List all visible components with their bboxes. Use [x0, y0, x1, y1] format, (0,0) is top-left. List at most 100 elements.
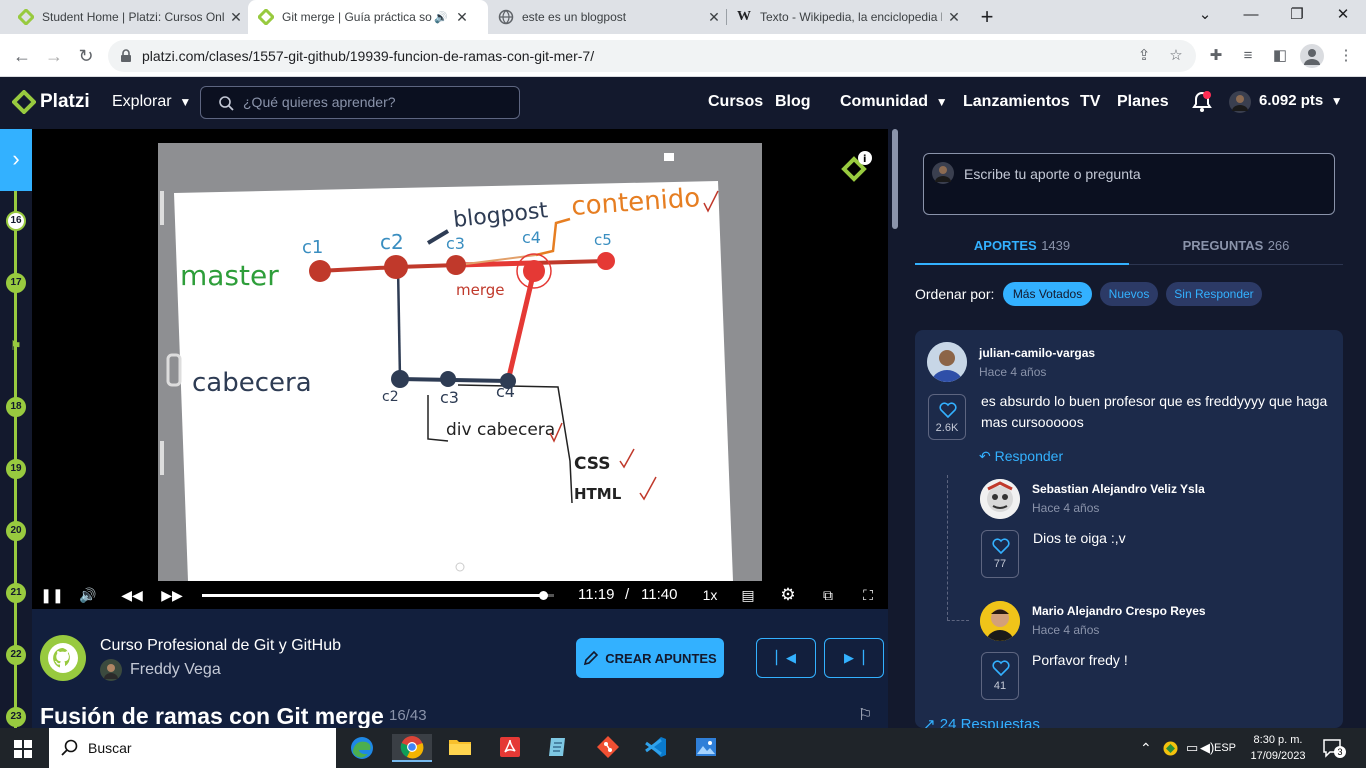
close-icon[interactable]: ✕ [702, 9, 726, 26]
minimize-button[interactable]: — [1228, 0, 1274, 30]
course-title[interactable]: Curso Profesional de Git y GitHub [100, 637, 341, 655]
profile-avatar[interactable] [1300, 44, 1324, 68]
side-panel-icon[interactable]: ◧ [1270, 46, 1290, 66]
search-input[interactable]: ¿Qué quieres aprender? [200, 86, 520, 119]
subtitles-icon[interactable]: ▤ [736, 581, 760, 609]
tab-preguntas[interactable]: PREGUNTAS 266 [1129, 237, 1343, 265]
taskbar-search[interactable]: Buscar [49, 728, 336, 768]
picture-in-picture-icon[interactable]: ⧉ [816, 581, 840, 609]
pause-icon[interactable]: ❚❚ [40, 581, 64, 609]
filter-most-voted[interactable]: Más Votados [1003, 282, 1092, 306]
settings-gear-icon[interactable]: ⚙ [776, 581, 800, 609]
nav-lanzamientos[interactable]: Lanzamientos [963, 93, 1070, 111]
network-icon[interactable]: ▭ [1186, 728, 1198, 768]
extensions-icon[interactable]: ✚ [1206, 46, 1226, 66]
tray-app-icon[interactable] [1162, 740, 1179, 762]
notepad-icon[interactable] [538, 734, 578, 762]
reply-author[interactable]: Sebastian Alejandro Veliz Ysla [1032, 482, 1205, 496]
share-icon[interactable]: ⇪ [1134, 46, 1154, 66]
like-button[interactable]: 41 [981, 652, 1019, 700]
next-class-button[interactable]: ▶▕ [824, 638, 884, 678]
like-button[interactable]: 2.6K [928, 394, 966, 440]
chevron-right-icon[interactable]: › [0, 129, 32, 191]
speed-button[interactable]: 1x [698, 581, 722, 609]
course-info: Curso Profesional de Git y GitHub Freddy… [32, 609, 888, 729]
like-button[interactable]: 77 [981, 530, 1019, 578]
url-field[interactable]: platzi.com/clases/1557-git-github/19939-… [108, 40, 1196, 72]
git-icon[interactable] [588, 734, 628, 762]
file-explorer-icon[interactable] [440, 734, 480, 762]
media-queue-icon[interactable]: ≡ [1238, 46, 1258, 66]
nav-comunidad[interactable]: Comunidad ▼ [840, 93, 948, 111]
chevron-up-icon[interactable]: ⌃ [1140, 728, 1152, 768]
nav-planes[interactable]: Planes [1117, 93, 1169, 111]
label-css: CSS [574, 454, 611, 474]
chrome-icon[interactable] [392, 734, 432, 762]
tab-blogpost[interactable]: este es un blogpost ✕ [488, 0, 726, 34]
comment-input[interactable]: Escribe tu aporte o pregunta [923, 153, 1335, 215]
timeline-item[interactable]: 23 [6, 707, 26, 727]
volume-icon[interactable]: 🔊 [76, 581, 100, 609]
progress-handle[interactable] [539, 591, 549, 600]
star-icon[interactable]: ☆ [1166, 46, 1186, 66]
label-cabecera: cabecera [192, 368, 312, 398]
fullscreen-icon[interactable]: ⛶ [856, 581, 880, 609]
reply-button[interactable]: ↶ Responder [979, 448, 1063, 465]
progress-bar[interactable] [202, 591, 554, 600]
filter-unanswered[interactable]: Sin Responder [1166, 282, 1262, 306]
timeline-item[interactable]: 16 [6, 211, 26, 231]
back-arrow-icon[interactable]: ← [8, 42, 36, 70]
timeline-item[interactable]: 20 [6, 521, 26, 541]
forward-arrow-icon[interactable]: → [40, 42, 68, 70]
video-player[interactable]: master cabecera c1 c2 c3 c4 c5 blogpost … [32, 129, 888, 581]
timeline-item[interactable]: 17 [6, 273, 26, 293]
reload-icon[interactable]: ↻ [72, 42, 100, 70]
platzi-logo[interactable]: Platzi [12, 90, 90, 114]
window-close-button[interactable]: ✕ [1320, 0, 1366, 30]
timeline-item[interactable]: 22 [6, 645, 26, 665]
menu-dots-icon[interactable]: ⋮ [1336, 46, 1356, 66]
vscode-icon[interactable] [636, 734, 676, 762]
nav-blog[interactable]: Blog [775, 93, 811, 111]
acrobat-icon[interactable] [490, 734, 530, 762]
rewind-icon[interactable]: ◀◀ [120, 581, 144, 609]
previous-class-button[interactable]: ▏◀ [756, 638, 816, 678]
fast-forward-icon[interactable]: ▶▶ [160, 581, 184, 609]
points-menu[interactable]: 6.092 pts ▼ [1259, 92, 1343, 109]
notification-bell-icon[interactable] [1192, 91, 1212, 118]
filter-new[interactable]: Nuevos [1100, 282, 1158, 306]
timeline-item[interactable]: 18 [6, 397, 26, 417]
close-icon[interactable]: ✕ [942, 9, 966, 26]
photos-icon[interactable] [686, 734, 726, 762]
timeline-item[interactable]: 21 [6, 583, 26, 603]
nav-cursos[interactable]: Cursos [708, 93, 763, 111]
new-tab-button[interactable]: + [974, 4, 1000, 30]
close-icon[interactable]: ✕ [450, 9, 474, 26]
tab-aportes[interactable]: APORTES 1439 [915, 237, 1129, 265]
speaker-icon[interactable]: 🔊 [432, 11, 450, 24]
timeline-item[interactable]: 19 [6, 459, 26, 479]
create-notes-button[interactable]: CREAR APUNTES [576, 638, 724, 678]
report-flag-icon[interactable]: ⚐ [858, 705, 872, 725]
language-indicator[interactable]: ESP [1214, 728, 1236, 768]
volume-icon[interactable]: ◀) [1200, 728, 1214, 768]
clock[interactable]: 8:30 p. m. 17/09/2023 [1246, 732, 1310, 764]
scrollbar-thumb[interactable] [892, 129, 898, 229]
windows-start-icon[interactable] [14, 740, 32, 763]
teacher-name[interactable]: Freddy Vega [130, 661, 221, 679]
whiteboard-drawing: master cabecera c1 c2 c3 c4 c5 blogpost … [160, 153, 733, 581]
tab-student-home[interactable]: Student Home | Platzi: Cursos Online ✕ [0, 0, 248, 34]
reply-author[interactable]: Mario Alejandro Crespo Reyes [1032, 604, 1206, 618]
tab-git-merge[interactable]: Git merge | Guía práctica sobre Git 🔊 ✕ [248, 0, 488, 34]
main-scrollbar[interactable] [888, 129, 902, 728]
explore-menu[interactable]: Explorar ▼ [112, 93, 191, 111]
notification-center-icon[interactable]: 3 [1322, 738, 1346, 758]
comment-author[interactable]: julian-camilo-vargas [979, 346, 1095, 360]
close-icon[interactable]: ✕ [224, 9, 248, 26]
chevron-down-icon[interactable]: ⌄ [1182, 0, 1228, 30]
tab-wikipedia[interactable]: W Texto - Wikipedia, la enciclopedia lib… [726, 0, 966, 34]
maximize-button[interactable]: ❐ [1274, 0, 1320, 30]
nav-tv[interactable]: TV [1080, 93, 1100, 111]
user-avatar[interactable] [1229, 91, 1251, 113]
edge-icon[interactable] [342, 734, 382, 762]
